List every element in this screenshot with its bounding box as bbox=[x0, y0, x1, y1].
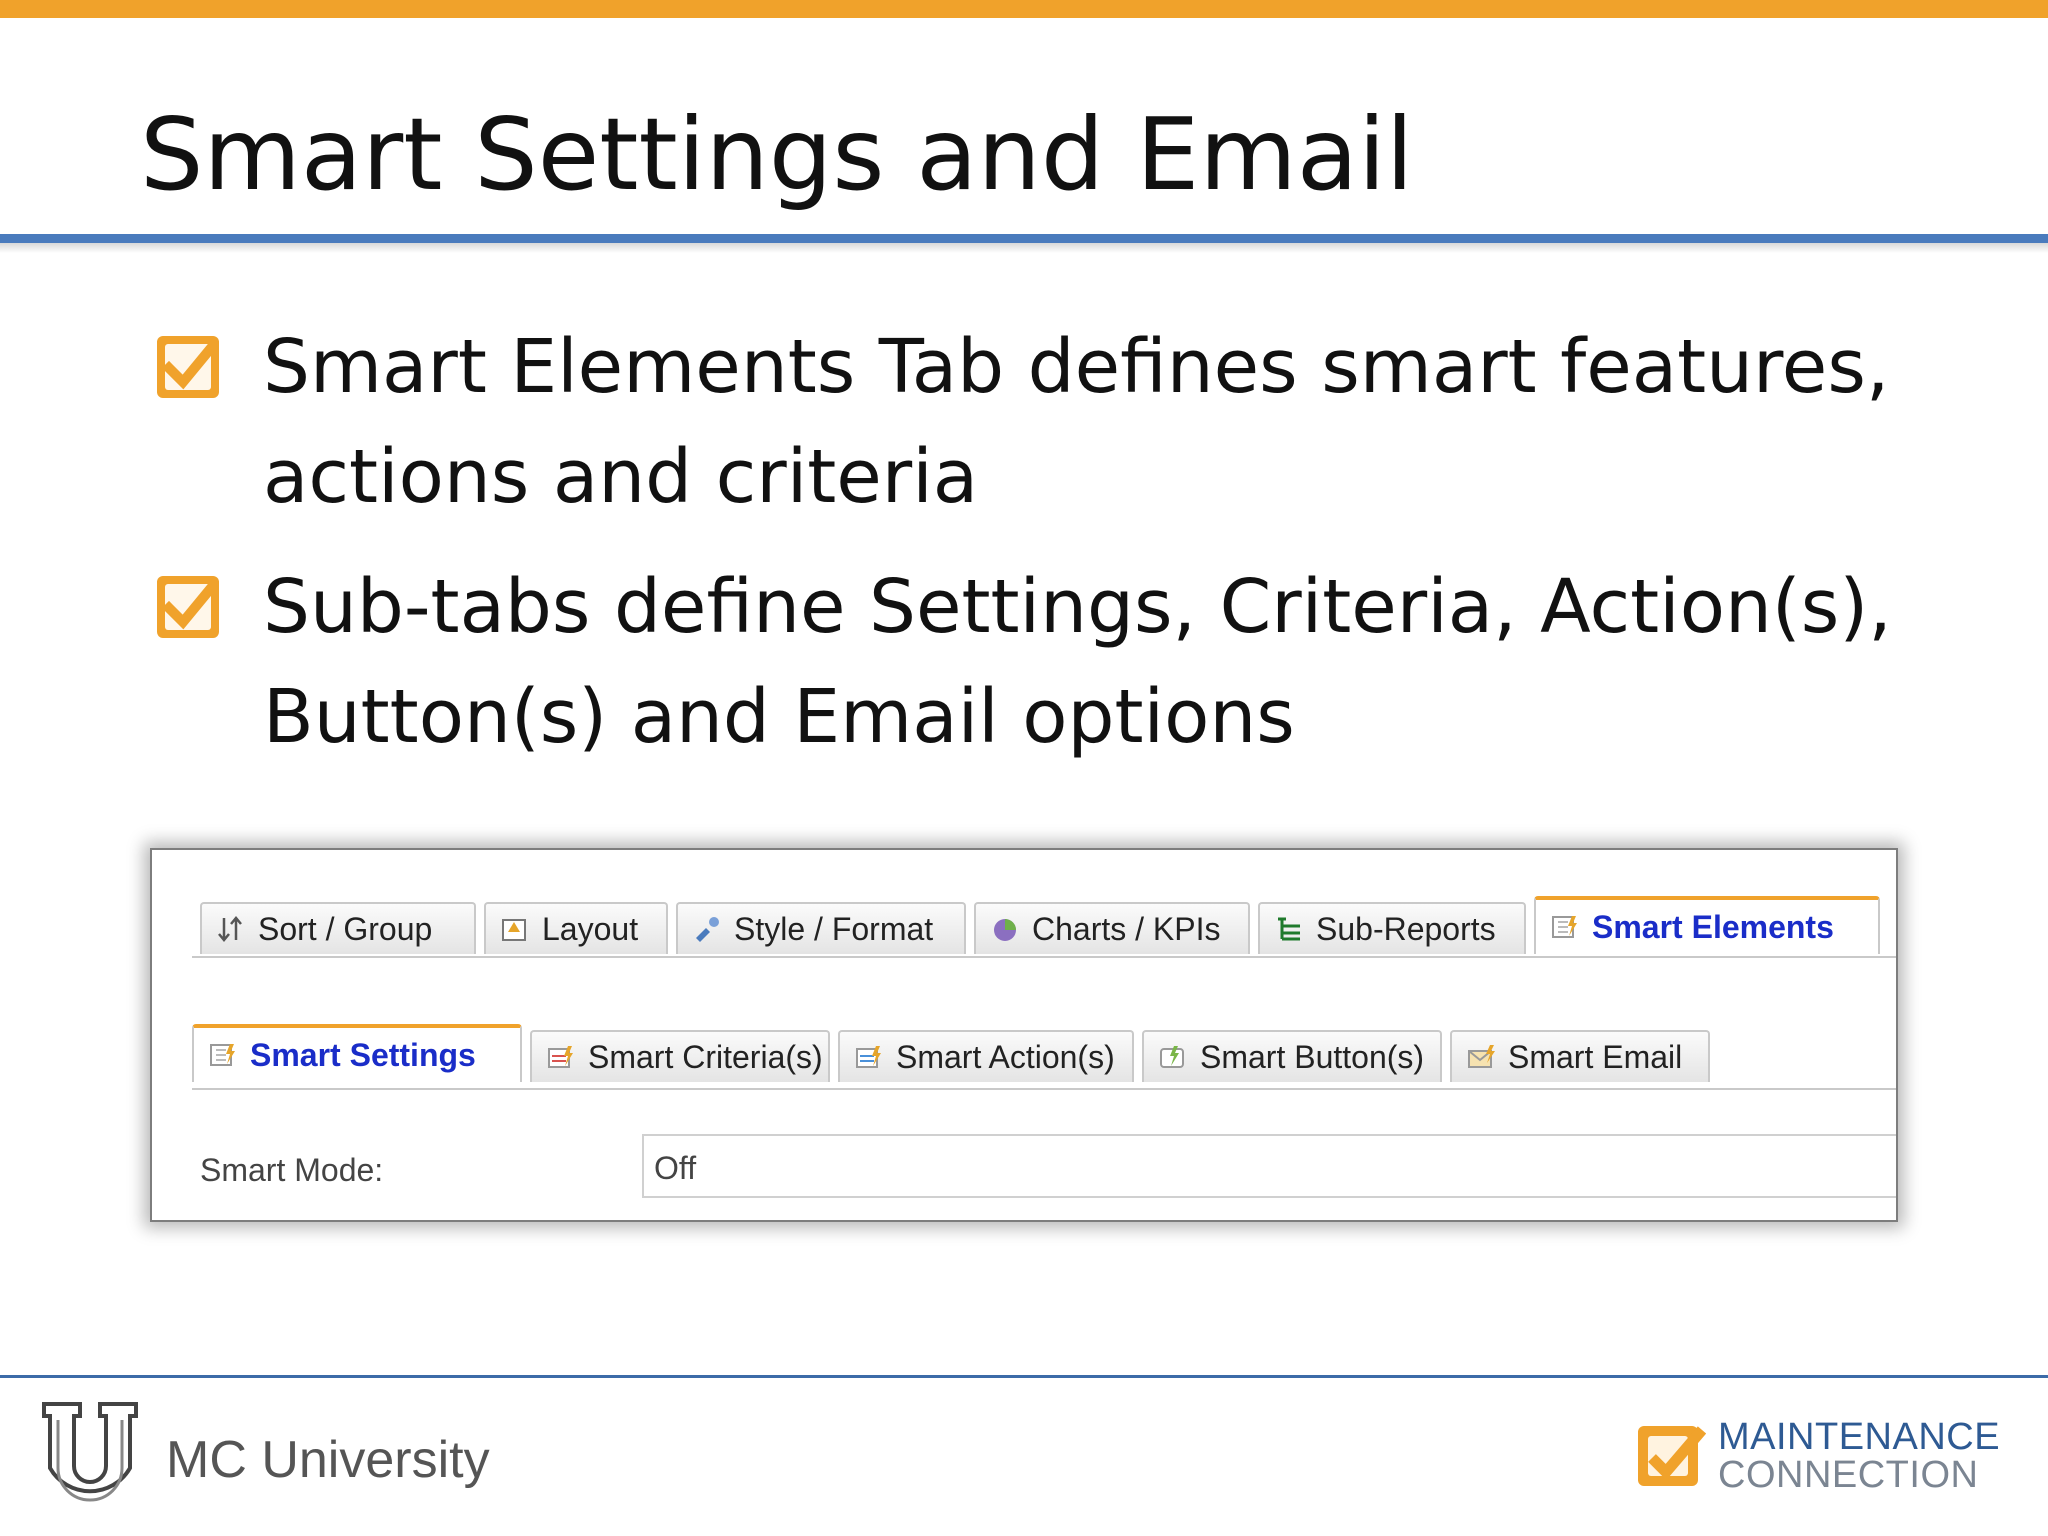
tab-label: Smart Settings bbox=[250, 1036, 476, 1073]
tab-smart-elements[interactable]: Smart Elements bbox=[1534, 896, 1880, 954]
tab-sort-group[interactable]: Sort / Group bbox=[200, 902, 476, 954]
style-format-icon bbox=[696, 917, 719, 942]
tab-sub-reports[interactable]: Sub-Reports bbox=[1258, 902, 1526, 954]
tab-label: Smart Email bbox=[1508, 1038, 1683, 1075]
tab-label: Smart Action(s) bbox=[896, 1038, 1115, 1075]
top-accent-bar bbox=[0, 0, 2048, 18]
bullet-text: Smart Elements Tab defines smart feature… bbox=[263, 324, 1890, 520]
sub-tab-baseline bbox=[192, 1088, 1896, 1090]
brand-line-1: MAINTENANCE bbox=[1718, 1416, 2001, 1458]
bullet-item: Smart Elements Tab defines smart feature… bbox=[155, 312, 1915, 532]
sub-tab-bar: Smart Settings Smart Criteria(s) Smart A… bbox=[192, 1024, 1896, 1090]
smart-mode-field[interactable]: Off bbox=[642, 1134, 1896, 1198]
title-divider-shadow bbox=[0, 243, 2048, 253]
main-tab-bar: Sort / Group Layout Style / Format Chart… bbox=[200, 896, 1896, 958]
checkbox-checked-icon bbox=[157, 336, 219, 398]
title-divider bbox=[0, 234, 2048, 243]
smart-elements-icon bbox=[1552, 916, 1577, 938]
charts-kpis-icon bbox=[994, 919, 1016, 941]
layout-icon bbox=[502, 919, 526, 941]
bullet-text: Sub-tabs define Settings, Criteria, Acti… bbox=[263, 564, 1892, 760]
sort-group-icon bbox=[218, 916, 242, 942]
tab-label: Sub-Reports bbox=[1316, 910, 1496, 947]
subtab-smart-email[interactable]: Smart Email bbox=[1450, 1030, 1710, 1082]
smart-button-icon bbox=[1160, 1046, 1184, 1068]
maintenance-connection-logo-icon bbox=[1638, 1426, 1706, 1486]
smart-settings-icon bbox=[210, 1044, 235, 1066]
tab-label: Layout bbox=[542, 910, 639, 947]
tab-layout[interactable]: Layout bbox=[484, 902, 668, 954]
mc-university-label: MC University bbox=[166, 1431, 490, 1489]
tab-charts-kpis[interactable]: Charts / KPIs bbox=[974, 902, 1250, 954]
subtab-smart-criteria[interactable]: Smart Criteria(s) bbox=[530, 1030, 830, 1082]
slide-title: Smart Settings and Email bbox=[140, 96, 1414, 213]
sub-reports-icon bbox=[1278, 917, 1300, 941]
subtab-smart-button[interactable]: Smart Button(s) bbox=[1142, 1030, 1442, 1082]
subtab-smart-settings[interactable]: Smart Settings bbox=[192, 1024, 522, 1082]
tab-label: Style / Format bbox=[734, 910, 934, 947]
smart-mode-label: Smart Mode: bbox=[200, 1152, 384, 1188]
tab-label: Sort / Group bbox=[258, 910, 433, 947]
brand-line-2: CONNECTION bbox=[1718, 1454, 1979, 1496]
bullet-item: Sub-tabs define Settings, Criteria, Acti… bbox=[155, 552, 1915, 772]
tab-label: Smart Button(s) bbox=[1200, 1038, 1425, 1075]
mc-university-logo-icon bbox=[42, 1402, 138, 1502]
tab-label: Smart Elements bbox=[1592, 908, 1834, 945]
main-tab-baseline bbox=[192, 956, 1896, 958]
report-editor-screenshot: Sort / Group Layout Style / Format Chart… bbox=[150, 848, 1898, 1222]
tab-style-format[interactable]: Style / Format bbox=[676, 902, 966, 954]
subtab-smart-action[interactable]: Smart Action(s) bbox=[838, 1030, 1134, 1082]
tab-label: Smart Criteria(s) bbox=[588, 1038, 823, 1075]
footer-divider bbox=[0, 1375, 2048, 1378]
smart-email-icon bbox=[1468, 1045, 1495, 1068]
brand-wordmark: MAINTENANCE CONNECTION bbox=[1718, 1418, 2000, 1494]
tab-label: Charts / KPIs bbox=[1032, 910, 1221, 947]
smart-criteria-icon bbox=[548, 1046, 573, 1068]
checkbox-checked-icon bbox=[157, 576, 219, 638]
bullet-list: Smart Elements Tab defines smart feature… bbox=[155, 312, 1915, 792]
smart-action-icon bbox=[856, 1046, 881, 1068]
